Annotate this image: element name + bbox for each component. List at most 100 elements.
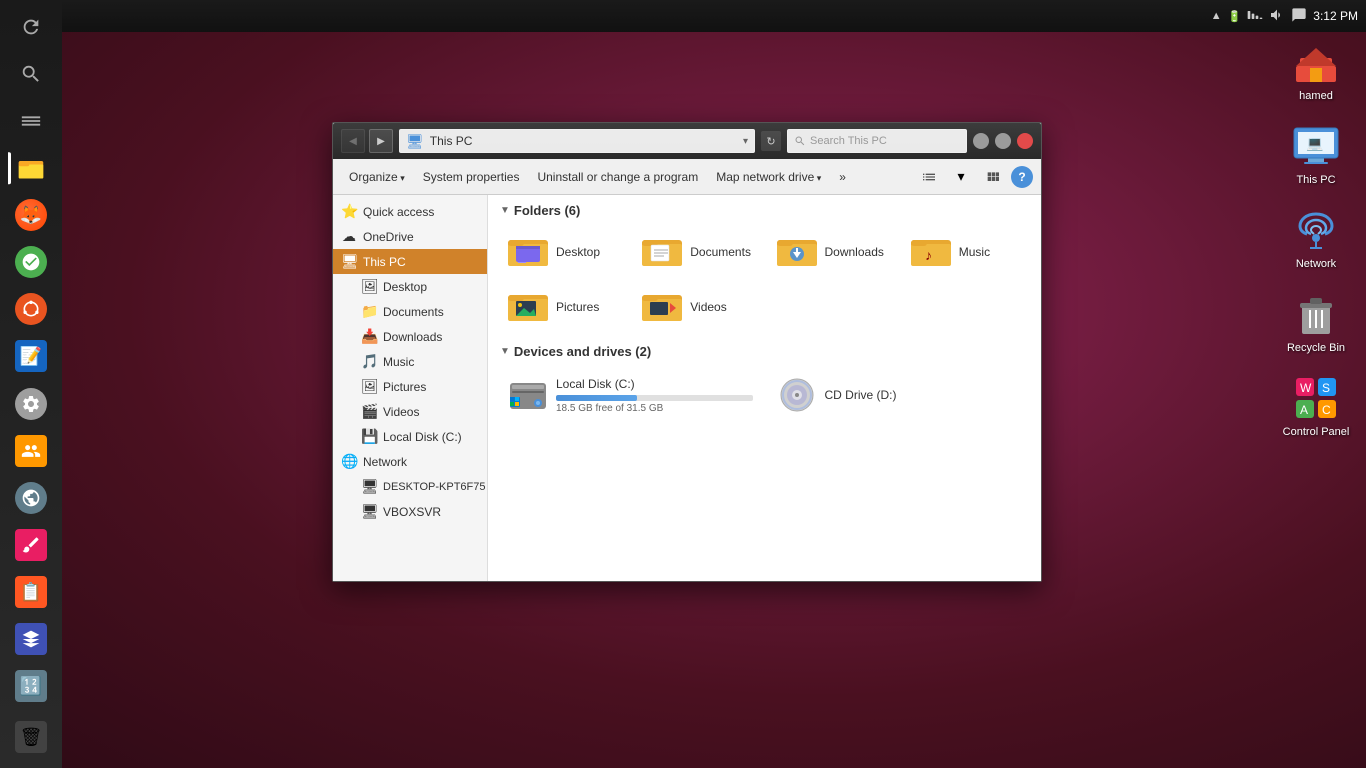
desktop-icon-recycle-bin[interactable]: Recycle Bin xyxy=(1276,290,1356,354)
videos-sidebar-icon: 🎬 xyxy=(361,403,377,420)
this-pc-icon: 💻 xyxy=(1292,122,1340,170)
desktop-folder-label: Desktop xyxy=(556,245,600,259)
svg-text:A: A xyxy=(1300,403,1308,417)
pictures-folder-icon xyxy=(508,289,548,324)
address-dropdown-btn[interactable]: ▾ xyxy=(743,136,748,147)
taskbar-workspace[interactable] xyxy=(8,98,54,143)
recycle-bin-icon xyxy=(1292,290,1340,338)
taskbar-top: ▲ 🔋 3:12 PM xyxy=(62,0,1366,32)
desktop-icon-hamed[interactable]: hamed xyxy=(1276,38,1356,102)
taskbar-ubuntu[interactable] xyxy=(8,287,54,332)
sidebar-item-desktop[interactable]: 🖼 Desktop xyxy=(333,274,487,299)
folder-item-pictures[interactable]: Pictures xyxy=(500,283,626,330)
help-button[interactable]: ? xyxy=(1011,166,1033,188)
recycle-bin-label: Recycle Bin xyxy=(1287,342,1345,354)
minimize-button[interactable] xyxy=(973,133,989,149)
folder-item-downloads[interactable]: Downloads xyxy=(769,228,895,275)
taskbar-notepad[interactable]: 📝 xyxy=(8,334,54,379)
view-dropdown-button[interactable]: ▾ xyxy=(947,166,975,188)
taskbar-paint[interactable] xyxy=(8,522,54,567)
tray-network-indicator xyxy=(1247,7,1263,26)
tray-arrow[interactable]: ▲ xyxy=(1211,10,1222,22)
control-panel-label: Control Panel xyxy=(1283,426,1350,438)
sidebar-item-vboxsvr[interactable]: 🖥 VBOXSVR xyxy=(333,499,487,524)
desktop-folder-icon xyxy=(508,234,548,269)
sidebar-item-desktop-kpt[interactable]: 🖥 DESKTOP-KPT6F75 xyxy=(333,474,487,499)
sidebar-item-music[interactable]: 🎵 Music xyxy=(333,349,487,374)
device-item-local-disk[interactable]: Local Disk (C:) 18.5 GB free of 31.5 GB xyxy=(500,369,761,421)
sys-tray: ▲ 🔋 3:12 PM xyxy=(1211,7,1358,26)
map-network-button[interactable]: Map network drive xyxy=(708,166,829,188)
sidebar-item-onedrive[interactable]: ☁ OneDrive xyxy=(333,224,487,249)
file-pane: ▼ Folders (6) Desktop xyxy=(488,195,1041,581)
folder-item-desktop[interactable]: Desktop xyxy=(500,228,626,275)
svg-text:S: S xyxy=(1322,381,1330,395)
sidebar-item-network[interactable]: 🌐 Network xyxy=(333,449,487,474)
folder-item-documents[interactable]: Documents xyxy=(634,228,760,275)
local-disk-icon xyxy=(508,375,548,415)
folders-grid: Desktop Documents xyxy=(500,228,1029,330)
search-bar[interactable]: Search This PC xyxy=(787,129,967,153)
svg-text:W: W xyxy=(1300,381,1312,395)
sidebar-item-quick-access[interactable]: ⭐ Quick access xyxy=(333,199,487,224)
address-bar[interactable]: 🖥 This PC ▾ xyxy=(399,129,755,153)
view-details-button[interactable] xyxy=(915,166,943,188)
desktop-icon-this-pc[interactable]: 💻 This PC xyxy=(1276,122,1356,186)
local-disk-info: Local Disk (C:) 18.5 GB free of 31.5 GB xyxy=(556,377,753,414)
folder-item-videos[interactable]: Videos xyxy=(634,283,760,330)
folders-section-header[interactable]: ▼ Folders (6) xyxy=(500,203,1029,218)
forward-button[interactable]: ▶ xyxy=(369,129,393,153)
desktop-icon-control-panel[interactable]: W S A C Control Panel xyxy=(1276,374,1356,438)
taskbar-people[interactable] xyxy=(8,428,54,473)
window-controls xyxy=(973,133,1033,149)
hamed-icon xyxy=(1292,38,1340,86)
tray-chat[interactable] xyxy=(1291,7,1307,26)
uninstall-button[interactable]: Uninstall or change a program xyxy=(529,166,706,188)
tray-battery: 🔋 xyxy=(1228,10,1242,23)
cd-drive-name: CD Drive (D:) xyxy=(825,388,1022,402)
videos-folder-label: Videos xyxy=(690,300,726,314)
layout-button[interactable] xyxy=(979,166,1007,188)
taskbar-system-settings[interactable] xyxy=(8,381,54,426)
taskbar-globe[interactable] xyxy=(8,475,54,520)
taskbar-calculator[interactable]: 🔢 xyxy=(8,664,54,709)
local-disk-bar xyxy=(556,395,753,401)
close-button[interactable] xyxy=(1017,133,1033,149)
this-pc-sidebar-icon: 🖥 xyxy=(341,253,357,270)
sidebar-item-local-disk[interactable]: 💾 Local Disk (C:) xyxy=(333,424,487,449)
sidebar-item-pictures[interactable]: 🖼 Pictures xyxy=(333,374,487,399)
taskbar-trash[interactable]: 🗑 xyxy=(8,715,54,760)
sidebar-item-downloads[interactable]: 📥 Downloads xyxy=(333,324,487,349)
hamed-label: hamed xyxy=(1299,90,1333,102)
system-properties-button[interactable]: System properties xyxy=(415,166,528,188)
taskbar-ubuntu-software[interactable] xyxy=(8,240,54,285)
quick-access-icon: ⭐ xyxy=(341,203,357,220)
desktop-icons: hamed 💻 This PC xyxy=(1276,38,1356,438)
refresh-button[interactable]: ↻ xyxy=(761,131,781,151)
back-button[interactable]: ◀ xyxy=(341,129,365,153)
device-item-cd-drive[interactable]: CD Drive (D:) xyxy=(769,369,1030,421)
search-icon xyxy=(794,135,806,147)
taskbar-left: 🦊 📝 📋 xyxy=(0,0,62,768)
more-button[interactable]: » xyxy=(831,166,854,188)
desktop-icon-network[interactable]: Network xyxy=(1276,206,1356,270)
taskbar-firefox[interactable]: 🦊 xyxy=(8,193,54,238)
devices-collapse-arrow: ▼ xyxy=(500,346,510,357)
folder-item-music[interactable]: ♪ Music xyxy=(903,228,1029,275)
downloads-sidebar-icon: 📥 xyxy=(361,328,377,345)
sidebar-item-documents[interactable]: 📁 Documents xyxy=(333,299,487,324)
local-disk-sidebar-icon: 💾 xyxy=(361,428,377,445)
taskbar-inkscape[interactable] xyxy=(8,617,54,662)
clock: 3:12 PM xyxy=(1313,9,1358,23)
maximize-button[interactable] xyxy=(995,133,1011,149)
devices-section-header[interactable]: ▼ Devices and drives (2) xyxy=(500,344,1029,359)
taskbar-notes[interactable]: 📋 xyxy=(8,570,54,615)
taskbar-search[interactable] xyxy=(8,51,54,96)
sidebar-item-videos[interactable]: 🎬 Videos xyxy=(333,399,487,424)
svg-text:💻: 💻 xyxy=(1306,135,1324,152)
network-sidebar-icon: 🌐 xyxy=(341,453,357,470)
taskbar-refresh[interactable] xyxy=(8,4,54,49)
sidebar-item-this-pc[interactable]: 🖥 This PC xyxy=(333,249,487,274)
organize-button[interactable]: Organize xyxy=(341,166,413,188)
taskbar-file-manager[interactable] xyxy=(8,145,54,190)
